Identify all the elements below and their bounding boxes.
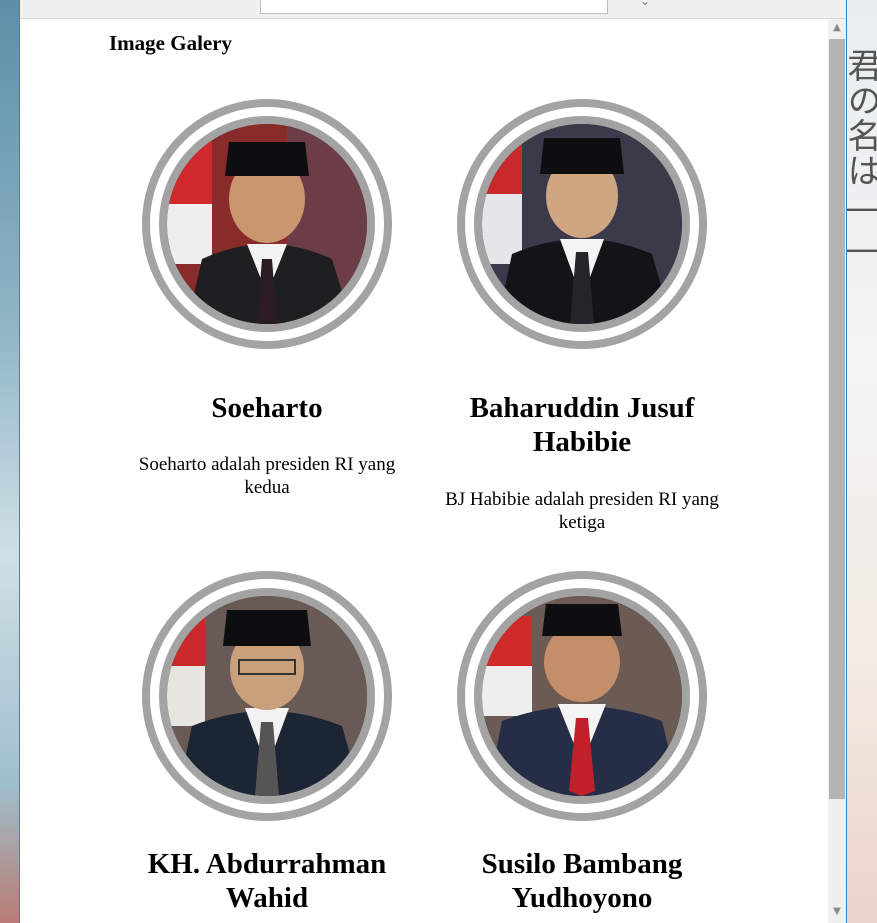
wallpaper-text: 君の名は―― <box>841 48 877 270</box>
photo-frame <box>142 99 392 349</box>
portrait-photo <box>159 116 375 332</box>
photo-frame <box>457 571 707 821</box>
scroll-up-icon[interactable]: ▲ <box>828 19 846 37</box>
gallery-card: Soeharto Soeharto adalah presiden RI yan… <box>109 99 425 519</box>
peci-cap <box>223 610 311 646</box>
gallery-card: KH. Abdurrahman Wahid <box>109 571 425 923</box>
photo-frame <box>142 571 392 821</box>
portrait-image <box>482 596 682 796</box>
portrait-photo <box>159 588 375 804</box>
portrait-image <box>167 596 367 796</box>
browser-toolbar: ⌄ <box>20 0 846 19</box>
scrollbar-thumb[interactable] <box>829 39 845 799</box>
desktop-background: 君の名は―― ⌄ Image Galery Soeharto Soeharto … <box>0 0 877 923</box>
page-title: Image Galery <box>109 31 233 55</box>
portrait-photo <box>474 116 690 332</box>
desktop-wallpaper-left <box>0 0 19 923</box>
card-title: Susilo Bambang Yudhoyono <box>481 848 683 914</box>
peci-cap <box>225 142 309 176</box>
peci-cap <box>540 138 624 174</box>
browser-window: ⌄ Image Galery Soeharto Soeharto adalah … <box>19 0 847 923</box>
address-bar[interactable] <box>260 0 608 14</box>
flag-white <box>167 204 212 264</box>
card-title: Baharuddin Jusuf Habibie <box>469 392 695 458</box>
card-description: BJ Habibie adalah presiden RI yang ketig… <box>445 489 719 533</box>
portrait-photo <box>474 588 690 804</box>
portrait-image <box>482 124 682 324</box>
scroll-down-icon[interactable]: ▼ <box>828 903 846 921</box>
page-content: Image Galery Soeharto Soeharto adalah pr… <box>20 19 828 923</box>
flag-white <box>167 666 205 726</box>
gallery-card: Susilo Bambang Yudhoyono <box>424 571 740 923</box>
gallery-card: Baharuddin Jusuf Habibie BJ Habibie adal… <box>424 99 740 539</box>
flag-red <box>167 611 205 666</box>
flag-white <box>482 666 532 716</box>
toolbar-icon[interactable]: ⌄ <box>640 0 650 8</box>
photo-frame <box>457 99 707 349</box>
card-title: KH. Abdurrahman Wahid <box>147 848 387 914</box>
vertical-scrollbar[interactable]: ▲ ▼ <box>828 19 846 923</box>
flag-red <box>167 134 212 204</box>
portrait-image <box>167 124 367 324</box>
card-description: Soeharto adalah presiden RI yang kedua <box>138 454 396 498</box>
card-title: Soeharto <box>211 392 323 424</box>
flag-red <box>482 139 522 194</box>
flag-red <box>482 616 532 666</box>
peci-cap <box>542 604 622 636</box>
